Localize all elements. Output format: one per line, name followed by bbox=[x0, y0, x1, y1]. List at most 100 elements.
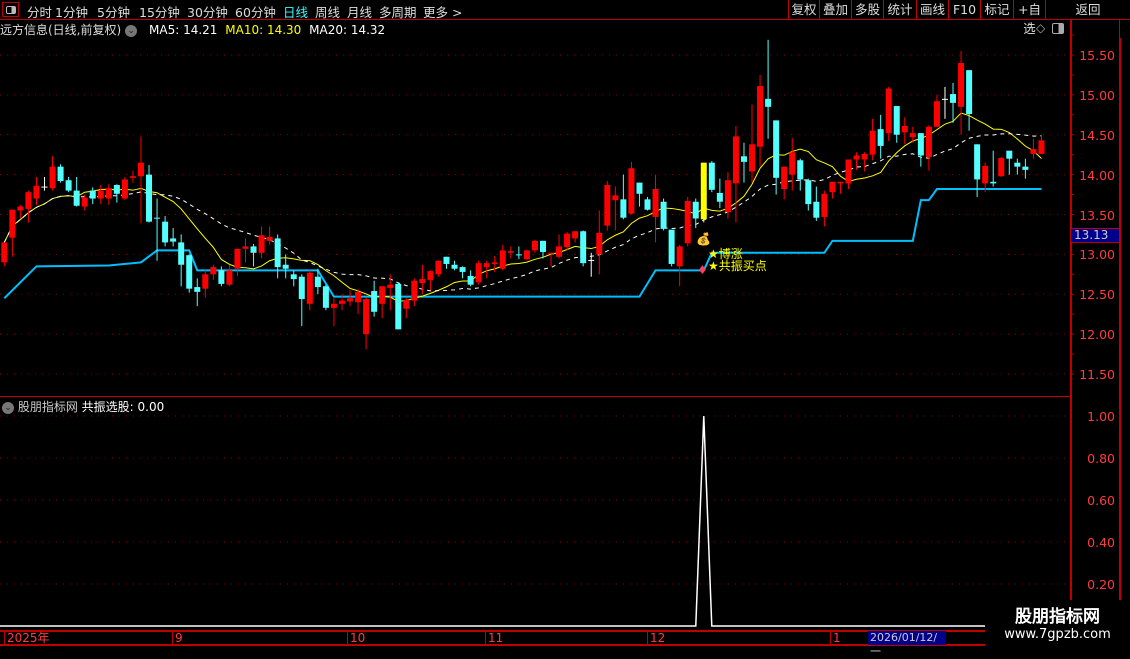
right-side-panel[interactable] bbox=[1120, 38, 1130, 630]
candle bbox=[178, 242, 185, 265]
candle bbox=[877, 129, 884, 146]
candle bbox=[242, 246, 249, 249]
candle bbox=[491, 262, 498, 264]
candle bbox=[129, 176, 136, 178]
candle bbox=[419, 279, 426, 284]
candle bbox=[57, 166, 64, 182]
candle bbox=[628, 168, 635, 214]
candle bbox=[330, 303, 337, 308]
watermark-name: 股朋指标网 bbox=[1015, 607, 1100, 627]
candle bbox=[274, 238, 281, 268]
price-tick: 13.50 bbox=[1079, 207, 1115, 223]
candle bbox=[347, 298, 354, 302]
candle bbox=[218, 270, 225, 284]
candle bbox=[338, 300, 345, 304]
dropdown-chevron-icon[interactable]: ⌄ bbox=[2, 401, 14, 414]
candle bbox=[234, 248, 241, 269]
candle bbox=[226, 270, 233, 285]
candle bbox=[901, 125, 908, 133]
candle bbox=[290, 274, 297, 280]
candle bbox=[861, 153, 868, 160]
candle bbox=[65, 180, 72, 191]
candle bbox=[250, 246, 257, 253]
candle bbox=[813, 201, 820, 218]
candle bbox=[33, 185, 40, 199]
candle bbox=[933, 101, 940, 127]
candle bbox=[363, 299, 370, 335]
watermark-url: www.7gpzb.com bbox=[1004, 627, 1111, 642]
candle bbox=[684, 200, 691, 244]
candle bbox=[644, 199, 651, 210]
candle bbox=[564, 233, 571, 248]
candle bbox=[451, 264, 458, 269]
price-tick: 14.50 bbox=[1079, 127, 1115, 143]
candle bbox=[49, 166, 56, 189]
candle bbox=[724, 180, 731, 213]
price-axis: 15.50 15.00 14.50 14.00 13.50 13.00 12.50 12.00… bbox=[1070, 20, 1120, 630]
price-tick: 12.50 bbox=[1079, 287, 1115, 303]
candle bbox=[612, 195, 619, 201]
candle bbox=[210, 267, 217, 275]
price-chart[interactable] bbox=[0, 0, 1130, 650]
candle bbox=[829, 181, 836, 193]
candle bbox=[676, 246, 683, 267]
candle bbox=[869, 130, 876, 155]
candle bbox=[580, 231, 587, 264]
price-tick: 12.00 bbox=[1079, 327, 1115, 343]
candle bbox=[982, 165, 989, 184]
candle bbox=[805, 180, 812, 205]
ma10-line bbox=[3, 112, 1042, 302]
candle bbox=[716, 192, 723, 202]
candle bbox=[170, 238, 177, 242]
price-tick: 15.50 bbox=[1079, 48, 1115, 63]
candle bbox=[322, 286, 329, 308]
panel-divider[interactable] bbox=[0, 396, 1070, 397]
money-bag-icon: 💰 bbox=[696, 232, 711, 246]
candle bbox=[668, 229, 675, 264]
buy-point-label: ★共振买点 bbox=[708, 259, 767, 273]
candle bbox=[917, 133, 924, 156]
candle bbox=[427, 271, 434, 280]
sub-panel-title: ⌄ 股朋指标网 共振选股: 0.00 bbox=[2, 398, 164, 415]
watermark: 股朋指标网 www.7gpzb.com bbox=[985, 600, 1130, 650]
candle bbox=[1006, 150, 1013, 159]
candle bbox=[941, 98, 948, 100]
time-label: 10 bbox=[347, 632, 365, 645]
candle bbox=[9, 209, 16, 238]
candle bbox=[1022, 166, 1029, 170]
time-label: 9 bbox=[172, 632, 183, 645]
candle bbox=[154, 217, 161, 219]
price-tick: 15.00 bbox=[1079, 87, 1115, 103]
candle bbox=[298, 276, 305, 300]
candle bbox=[113, 184, 120, 194]
candle bbox=[556, 246, 563, 257]
candle bbox=[25, 192, 32, 209]
candle bbox=[314, 276, 321, 288]
candle bbox=[475, 263, 482, 283]
candle bbox=[443, 256, 450, 264]
candle bbox=[467, 275, 474, 285]
candle bbox=[81, 197, 88, 207]
candle bbox=[765, 98, 772, 107]
candle bbox=[411, 280, 418, 301]
candle bbox=[202, 274, 209, 289]
candle bbox=[515, 254, 522, 256]
price-tick: 13.00 bbox=[1079, 247, 1115, 263]
candle bbox=[403, 299, 410, 309]
candle bbox=[909, 133, 916, 138]
candle bbox=[548, 252, 555, 254]
candle bbox=[1030, 149, 1037, 154]
indicator-tick: 0.20 bbox=[1087, 577, 1115, 592]
price-tick: 11.50 bbox=[1079, 367, 1115, 382]
candle bbox=[837, 181, 844, 184]
candle bbox=[596, 232, 603, 255]
candle bbox=[186, 255, 193, 289]
candle bbox=[572, 231, 579, 239]
candle bbox=[845, 159, 852, 184]
candle bbox=[137, 162, 144, 177]
candle bbox=[990, 181, 997, 184]
candle bbox=[652, 188, 659, 217]
red-diamond-icon: ♦ bbox=[697, 263, 708, 277]
candle bbox=[966, 70, 973, 115]
candle bbox=[588, 259, 595, 261]
